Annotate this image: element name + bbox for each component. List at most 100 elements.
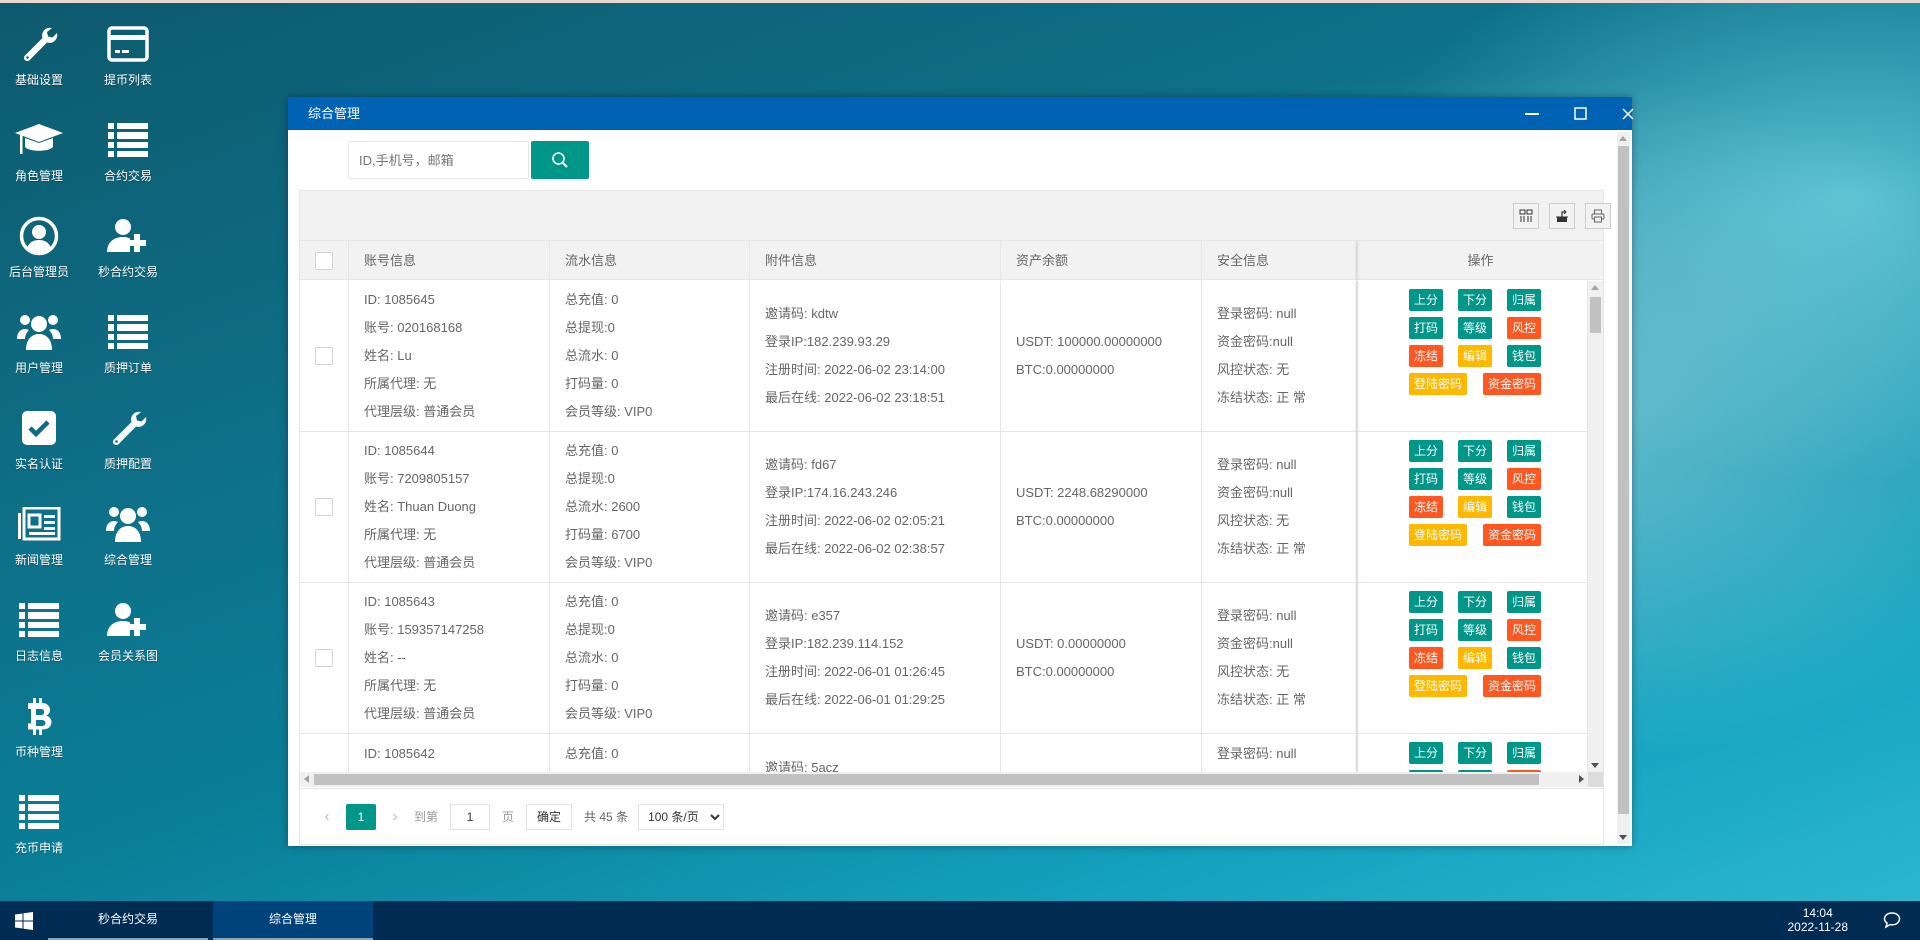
goto-confirm-button[interactable]: 确定 [526, 803, 573, 830]
search-input[interactable] [348, 141, 529, 179]
action-button[interactable]: 风控 [1507, 317, 1541, 339]
desktop-icon-8[interactable]: 质押订单 [88, 304, 168, 394]
scroll-up-arrow-icon[interactable] [1591, 285, 1599, 290]
action-button[interactable]: 归属 [1507, 289, 1541, 311]
start-button[interactable] [0, 901, 48, 940]
desktop-icon-2[interactable]: 提币列表 [88, 16, 168, 106]
desktop-icon-6[interactable]: 秒合约交易 [88, 208, 168, 298]
action-button[interactable]: 编辑 [1458, 345, 1492, 367]
task-seconds-contract[interactable]: 秒合约交易 [48, 901, 208, 940]
table-vertical-scroll-thumb[interactable] [1590, 297, 1601, 333]
action-button[interactable]: 等级 [1458, 619, 1492, 641]
action-button[interactable]: 上分 [1409, 591, 1443, 613]
window-scroll-down-icon[interactable] [1619, 835, 1627, 840]
print-button[interactable] [1585, 203, 1611, 229]
action-button[interactable]: 资金密码 [1483, 524, 1541, 546]
row-checkbox[interactable] [315, 347, 333, 365]
row-checkbox[interactable] [315, 498, 333, 516]
table-row: ID: 1085643 账号: 159357147258 姓名: -- 所属代理: 无… [300, 583, 1588, 734]
action-button[interactable]: 等级 [1458, 468, 1492, 490]
desktop-icon-5[interactable]: 后台管理员 [0, 208, 79, 298]
window-vertical-scroll-thumb[interactable] [1618, 146, 1629, 814]
desktop-icon-label: 新闻管理 [14, 553, 63, 567]
page-size-select[interactable]: 100 条/页 [638, 803, 725, 830]
action-button[interactable]: 编辑 [1458, 647, 1492, 669]
action-button[interactable]: 资金密码 [1483, 675, 1541, 697]
header-flow[interactable]: 流水信息 [550, 241, 750, 280]
desktop-icon-10[interactable]: 质押配置 [88, 400, 168, 490]
window-scroll-up-icon[interactable] [1619, 136, 1627, 141]
action-button[interactable]: 资金密码 [1483, 373, 1541, 395]
desktop-icon-3[interactable]: 角色管理 [0, 112, 79, 202]
export-button[interactable] [1549, 203, 1575, 229]
notification-button[interactable] [1882, 910, 1902, 935]
prev-page-button[interactable]: ‹ [314, 808, 340, 826]
desktop-icon-12[interactable]: 综合管理 [88, 496, 168, 586]
row-checkbox[interactable] [315, 649, 333, 667]
action-button[interactable]: 上分 [1409, 440, 1443, 462]
desktop-icon-13[interactable]: 日志信息 [0, 592, 79, 682]
table-toolbar [300, 191, 1611, 241]
action-button[interactable]: 下分 [1458, 742, 1492, 764]
action-button[interactable]: 上分 [1409, 742, 1443, 764]
action-button[interactable]: 钱包 [1507, 345, 1541, 367]
action-button[interactable]: 冻结 [1409, 496, 1443, 518]
scroll-down-arrow-icon[interactable] [1591, 763, 1599, 768]
desktop-icon-1[interactable]: 基础设置 [0, 16, 79, 106]
select-all-checkbox[interactable] [315, 251, 333, 270]
search-button[interactable] [531, 141, 589, 179]
account-line: 代理层级: 普通会员 [364, 404, 476, 419]
filter-columns-button[interactable] [1513, 203, 1539, 229]
action-button[interactable]: 钱包 [1507, 647, 1541, 669]
action-button[interactable]: 打码 [1409, 468, 1443, 490]
action-button[interactable]: 钱包 [1507, 496, 1541, 518]
current-page-button[interactable]: 1 [346, 803, 376, 830]
action-button[interactable]: 登陆密码 [1409, 675, 1467, 697]
action-button[interactable]: 风控 [1507, 468, 1541, 490]
desktop-icon-7[interactable]: 用户管理 [0, 304, 79, 394]
desktop-icon-9[interactable]: 实名认证 [0, 400, 79, 490]
desktop-icon-16[interactable]: 充币申请 [0, 784, 79, 874]
credit-card-icon [88, 16, 168, 72]
flow-cell: 总充值: 0 总提现:0 总流水: 0 打码量: 0 会员等级: VIP0 [550, 583, 750, 733]
scroll-left-arrow-icon[interactable] [304, 775, 309, 783]
scroll-right-arrow-icon[interactable] [1579, 775, 1584, 783]
action-button[interactable]: 下分 [1458, 591, 1492, 613]
desktop-icon-15[interactable]: 币种管理 [0, 688, 79, 778]
action-button[interactable]: 归属 [1507, 742, 1541, 764]
desktop-icon-11[interactable]: 新闻管理 [0, 496, 79, 586]
action-button[interactable]: 冻结 [1409, 647, 1443, 669]
action-button[interactable]: 归属 [1507, 440, 1541, 462]
header-account[interactable]: 账号信息 [349, 241, 550, 280]
action-button[interactable]: 归属 [1507, 591, 1541, 613]
desktop-icon-4[interactable]: 合约交易 [88, 112, 168, 202]
action-button[interactable]: 下分 [1458, 289, 1492, 311]
desktop-icon-label: 基础设置 [14, 73, 63, 87]
table-vertical-scrollbar[interactable] [1588, 281, 1603, 772]
maximize-button[interactable] [1560, 97, 1600, 130]
action-button[interactable]: 登陆密码 [1409, 373, 1467, 395]
action-button[interactable]: 打码 [1409, 619, 1443, 641]
action-button[interactable]: 等级 [1458, 317, 1492, 339]
action-button[interactable]: 下分 [1458, 440, 1492, 462]
action-button[interactable]: 登陆密码 [1409, 524, 1467, 546]
next-page-button[interactable]: › [382, 808, 408, 826]
close-button[interactable] [1608, 97, 1648, 130]
goto-page-input[interactable] [450, 803, 491, 830]
action-button[interactable]: 风控 [1507, 619, 1541, 641]
table-horizontal-scroll-thumb[interactable] [314, 774, 1539, 785]
header-security[interactable]: 安全信息 [1202, 241, 1357, 280]
window-titlebar[interactable]: 综合管理 [288, 97, 1634, 130]
action-button[interactable]: 上分 [1409, 289, 1443, 311]
action-button[interactable]: 编辑 [1458, 496, 1492, 518]
action-button[interactable]: 打码 [1409, 317, 1443, 339]
desktop-icon-14[interactable]: 会员关系图 [88, 592, 168, 682]
minimize-button[interactable] [1512, 97, 1552, 130]
header-assets[interactable]: 资产余额 [1001, 241, 1202, 280]
action-button[interactable]: 冻结 [1409, 345, 1443, 367]
window-vertical-scrollbar[interactable] [1617, 132, 1630, 844]
table-horizontal-scrollbar[interactable] [300, 772, 1588, 787]
system-clock[interactable]: 14:04 2022-11-28 [1788, 906, 1849, 934]
task-comprehensive-management[interactable]: 综合管理 [213, 901, 373, 940]
header-extra[interactable]: 附件信息 [750, 241, 1001, 280]
